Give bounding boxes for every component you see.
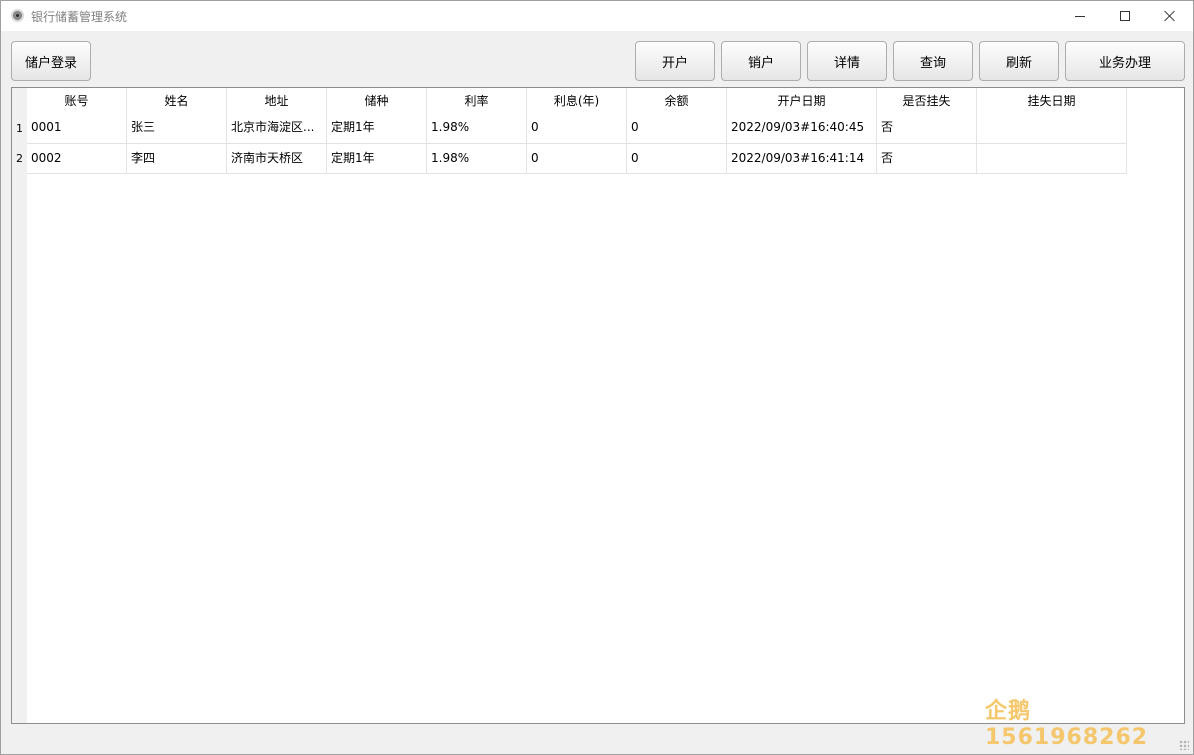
column-header[interactable]: 储种 bbox=[327, 88, 427, 114]
column-header[interactable]: 利率 bbox=[427, 88, 527, 114]
table-cell[interactable] bbox=[977, 114, 1127, 144]
close-account-button[interactable]: 销户 bbox=[721, 41, 801, 81]
table-cell[interactable]: 定期1年 bbox=[327, 144, 427, 174]
title-bar[interactable]: 银行储蓄管理系统 bbox=[1, 1, 1193, 31]
table-header: 账号 姓名 地址 储种 利率 利息(年) 余额 开户日期 是否挂失 挂失日期 bbox=[27, 88, 1127, 114]
watermark: 企鹅 1561968262 bbox=[985, 699, 1149, 750]
table-cell[interactable]: 0 bbox=[627, 144, 727, 174]
column-header[interactable]: 利息(年) bbox=[527, 88, 627, 114]
close-window-button[interactable] bbox=[1147, 1, 1193, 31]
table-cell[interactable]: 1.98% bbox=[427, 144, 527, 174]
table-cell[interactable]: 李四 bbox=[127, 144, 227, 174]
table-row[interactable]: 1 0001 张三 北京市海淀区... 定期1年 1.98% 0 0 2022/… bbox=[12, 114, 1127, 144]
table-cell[interactable] bbox=[977, 144, 1127, 174]
table-cell[interactable]: 0 bbox=[627, 114, 727, 144]
column-header[interactable]: 地址 bbox=[227, 88, 327, 114]
row-header-strip bbox=[12, 88, 27, 723]
maximize-button[interactable] bbox=[1102, 1, 1148, 31]
table-cell[interactable]: 否 bbox=[877, 114, 977, 144]
column-header[interactable]: 挂失日期 bbox=[977, 88, 1127, 114]
minimize-icon bbox=[1075, 15, 1085, 17]
table-cell[interactable]: 1.98% bbox=[427, 114, 527, 144]
app-icon bbox=[11, 9, 24, 22]
table-cell[interactable]: 2022/09/03#16:41:14 bbox=[727, 144, 877, 174]
column-header[interactable]: 是否挂失 bbox=[877, 88, 977, 114]
table-cell[interactable]: 定期1年 bbox=[327, 114, 427, 144]
table-cell[interactable]: 0002 bbox=[27, 144, 127, 174]
row-number[interactable]: 2 bbox=[12, 144, 27, 174]
table-cell[interactable]: 0 bbox=[527, 144, 627, 174]
minimize-button[interactable] bbox=[1057, 1, 1103, 31]
accounts-table[interactable]: 账号 姓名 地址 储种 利率 利息(年) 余额 开户日期 是否挂失 挂失日期 1… bbox=[11, 87, 1185, 724]
maximize-icon bbox=[1120, 11, 1130, 21]
table-corner[interactable] bbox=[12, 88, 27, 114]
table-cell[interactable]: 张三 bbox=[127, 114, 227, 144]
refresh-button[interactable]: 刷新 bbox=[979, 41, 1059, 81]
table-cell[interactable]: 否 bbox=[877, 144, 977, 174]
table-cell[interactable]: 济南市天桥区 bbox=[227, 144, 327, 174]
open-account-button[interactable]: 开户 bbox=[635, 41, 715, 81]
main-window: 银行储蓄管理系统 储户登录 开户 销户 详情 查询 刷新 业务办理 账号 姓名 … bbox=[0, 0, 1194, 755]
window-title: 银行储蓄管理系统 bbox=[31, 10, 128, 24]
table-cell[interactable]: 0001 bbox=[27, 114, 127, 144]
table-cell[interactable]: 北京市海淀区... bbox=[227, 114, 327, 144]
detail-button[interactable]: 详情 bbox=[807, 41, 887, 81]
table-cell[interactable]: 0 bbox=[527, 114, 627, 144]
column-header[interactable]: 余额 bbox=[627, 88, 727, 114]
resize-grip[interactable] bbox=[1179, 740, 1189, 750]
query-button[interactable]: 查询 bbox=[893, 41, 973, 81]
column-header[interactable]: 姓名 bbox=[127, 88, 227, 114]
business-button[interactable]: 业务办理 bbox=[1065, 41, 1185, 81]
column-header[interactable]: 开户日期 bbox=[727, 88, 877, 114]
row-number[interactable]: 1 bbox=[12, 114, 27, 144]
table-row[interactable]: 2 0002 李四 济南市天桥区 定期1年 1.98% 0 0 2022/09/… bbox=[12, 144, 1127, 174]
close-icon bbox=[1164, 10, 1176, 22]
column-header[interactable]: 账号 bbox=[27, 88, 127, 114]
depositor-login-button[interactable]: 储户登录 bbox=[11, 41, 91, 81]
table-cell[interactable]: 2022/09/03#16:40:45 bbox=[727, 114, 877, 144]
table-body: 1 0001 张三 北京市海淀区... 定期1年 1.98% 0 0 2022/… bbox=[12, 114, 1127, 174]
